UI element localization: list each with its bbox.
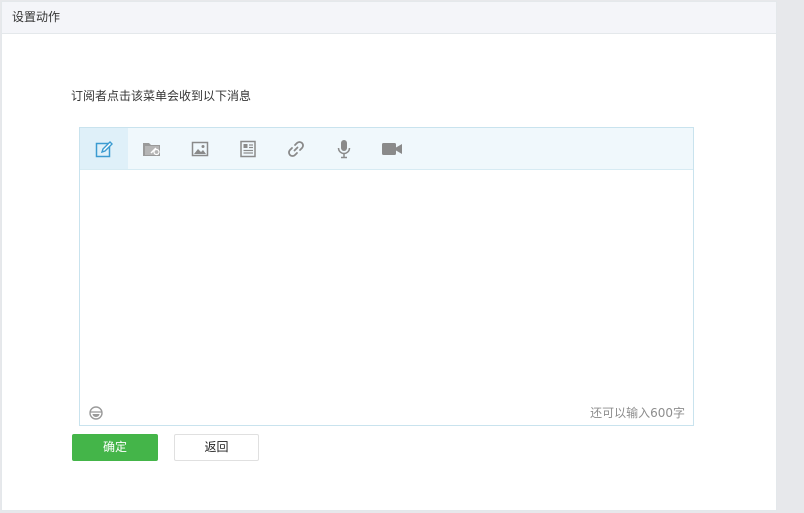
panel-title: 设置动作 xyxy=(12,10,61,24)
confirm-button[interactable]: 确定 xyxy=(72,434,158,461)
message-textarea[interactable] xyxy=(80,170,693,399)
char-counter: 还可以输入600字 xyxy=(590,406,685,420)
emoji-button[interactable] xyxy=(89,405,103,420)
tool-image[interactable] xyxy=(176,128,224,169)
settings-panel: 设置动作 订阅者点击该菜单会收到以下消息 还可以输入600字 确定 返回 xyxy=(1,1,777,511)
tool-article[interactable] xyxy=(224,128,272,169)
back-button[interactable]: 返回 xyxy=(174,434,259,461)
link-icon xyxy=(288,140,304,157)
microphone-icon xyxy=(337,139,351,158)
tool-link[interactable] xyxy=(272,128,320,169)
image-icon xyxy=(191,141,209,156)
folder-attach-icon xyxy=(143,142,160,156)
article-icon xyxy=(240,140,256,157)
panel-header: 设置动作 xyxy=(2,2,776,34)
tool-voice[interactable] xyxy=(320,128,368,169)
emoji-icon xyxy=(89,406,103,420)
video-camera-icon xyxy=(382,142,402,155)
tool-attachment[interactable] xyxy=(128,128,176,169)
edit-text-icon xyxy=(95,140,113,157)
tool-video[interactable] xyxy=(368,128,416,169)
editor-toolbar xyxy=(80,128,693,170)
tool-text[interactable] xyxy=(80,128,128,169)
message-editor: 还可以输入600字 xyxy=(79,127,694,426)
instruction-text: 订阅者点击该菜单会收到以下消息 xyxy=(71,89,252,103)
